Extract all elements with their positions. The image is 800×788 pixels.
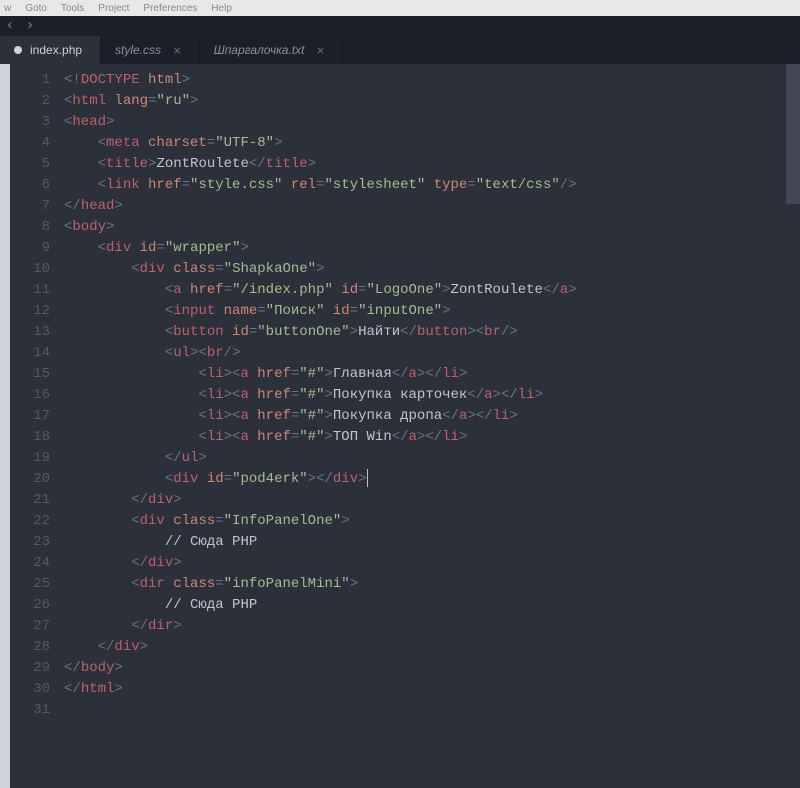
code-line[interactable]: </div>	[64, 490, 800, 511]
code-line[interactable]: <link href="style.css" rel="stylesheet" …	[64, 175, 800, 196]
line-number: 1	[10, 70, 50, 91]
app-root: w Goto Tools Project Preferences Help ‹ › ind…	[0, 0, 800, 788]
code-line[interactable]: </dir>	[64, 616, 800, 637]
line-number: 15	[10, 364, 50, 385]
code-line[interactable]: <head>	[64, 112, 800, 133]
code-line[interactable]: <button id="buttonOne">Найти</button><br…	[64, 322, 800, 343]
code-line[interactable]: <ul><br/>	[64, 343, 800, 364]
code-line[interactable]: </div>	[64, 553, 800, 574]
line-number: 11	[10, 280, 50, 301]
line-number: 6	[10, 175, 50, 196]
scrollbar-vertical[interactable]	[786, 64, 800, 788]
code-line[interactable]: <li><a href="#">Главная</a></li>	[64, 364, 800, 385]
menu-item[interactable]: Help	[211, 3, 232, 14]
text-cursor	[367, 469, 368, 487]
code-line[interactable]: </html>	[64, 679, 800, 700]
code-line[interactable]: <dir class="infoPanelMini">	[64, 574, 800, 595]
code-line[interactable]: <meta charset="UTF-8">	[64, 133, 800, 154]
close-icon[interactable]: ×	[173, 43, 181, 58]
menu-bar: w Goto Tools Project Preferences Help	[0, 0, 800, 16]
line-number: 14	[10, 343, 50, 364]
code-line[interactable]: <html lang="ru">	[64, 91, 800, 112]
line-number: 22	[10, 511, 50, 532]
line-number: 31	[10, 700, 50, 721]
menu-item[interactable]: Tools	[61, 3, 84, 14]
line-number: 19	[10, 448, 50, 469]
close-icon[interactable]: ×	[316, 43, 324, 58]
code-line[interactable]	[64, 700, 800, 721]
line-number: 8	[10, 217, 50, 238]
code-line[interactable]: <li><a href="#">Покупка дропа</a></li>	[64, 406, 800, 427]
nav-left-icon[interactable]: ‹	[0, 16, 20, 36]
code-line[interactable]: <div class="ShapkaOne">	[64, 259, 800, 280]
code-line[interactable]: <li><a href="#">Покупка карточек</a></li…	[64, 385, 800, 406]
code-line[interactable]: <a href="/index.php" id="LogoOne">ZontRo…	[64, 280, 800, 301]
scrollbar-thumb[interactable]	[786, 64, 800, 204]
unsaved-dot-icon	[14, 46, 22, 54]
toolbar: ‹ ›	[0, 16, 800, 36]
menu-item[interactable]: w	[4, 3, 11, 14]
line-number: 12	[10, 301, 50, 322]
code-line[interactable]: <title>ZontRoulete</title>	[64, 154, 800, 175]
tab-label: Шпаргалочка.txt	[214, 43, 305, 57]
line-number: 9	[10, 238, 50, 259]
line-number: 5	[10, 154, 50, 175]
code-line[interactable]: // Сюда PHP	[64, 595, 800, 616]
code-area[interactable]: <!DOCTYPE html><html lang="ru"><head> <m…	[60, 64, 800, 788]
file-tab[interactable]: index.php	[0, 36, 101, 64]
line-number: 25	[10, 574, 50, 595]
tab-label: index.php	[30, 43, 82, 57]
code-line[interactable]: </head>	[64, 196, 800, 217]
file-tab[interactable]: Шпаргалочка.txt ×	[200, 36, 343, 64]
line-number: 26	[10, 595, 50, 616]
code-line[interactable]: <body>	[64, 217, 800, 238]
line-number: 28	[10, 637, 50, 658]
line-number: 13	[10, 322, 50, 343]
line-number: 29	[10, 658, 50, 679]
line-number: 18	[10, 427, 50, 448]
menu-item[interactable]: Goto	[25, 3, 47, 14]
code-line[interactable]: // Сюда PHP	[64, 532, 800, 553]
line-number: 10	[10, 259, 50, 280]
nav-right-icon[interactable]: ›	[20, 16, 40, 36]
menu-item[interactable]: Preferences	[143, 3, 197, 14]
line-number: 21	[10, 490, 50, 511]
code-line[interactable]: <input name="Поиск" id="inputOne">	[64, 301, 800, 322]
code-line[interactable]: <div id="pod4erk"></div>	[64, 469, 800, 490]
tab-label: style.css	[115, 43, 161, 57]
line-number: 24	[10, 553, 50, 574]
code-line[interactable]: <div class="InfoPanelOne">	[64, 511, 800, 532]
code-line[interactable]: </body>	[64, 658, 800, 679]
code-line[interactable]: </ul>	[64, 448, 800, 469]
line-number: 16	[10, 385, 50, 406]
line-number: 4	[10, 133, 50, 154]
code-line[interactable]: </div>	[64, 637, 800, 658]
line-number: 7	[10, 196, 50, 217]
line-number: 23	[10, 532, 50, 553]
code-line[interactable]: <!DOCTYPE html>	[64, 70, 800, 91]
editor: 1234567891011121314151617181920212223242…	[0, 64, 800, 788]
line-number: 2	[10, 91, 50, 112]
menu-item[interactable]: Project	[98, 3, 129, 14]
line-number: 30	[10, 679, 50, 700]
code-line[interactable]: <div id="wrapper">	[64, 238, 800, 259]
file-tab[interactable]: style.css ×	[101, 36, 200, 64]
line-number: 27	[10, 616, 50, 637]
line-number: 3	[10, 112, 50, 133]
line-number: 17	[10, 406, 50, 427]
code-line[interactable]: <li><a href="#">ТОП Win</a></li>	[64, 427, 800, 448]
left-margin	[0, 64, 10, 788]
line-gutter: 1234567891011121314151617181920212223242…	[10, 64, 60, 788]
tab-bar: index.php style.css × Шпаргалочка.txt ×	[0, 36, 800, 64]
line-number: 20	[10, 469, 50, 490]
